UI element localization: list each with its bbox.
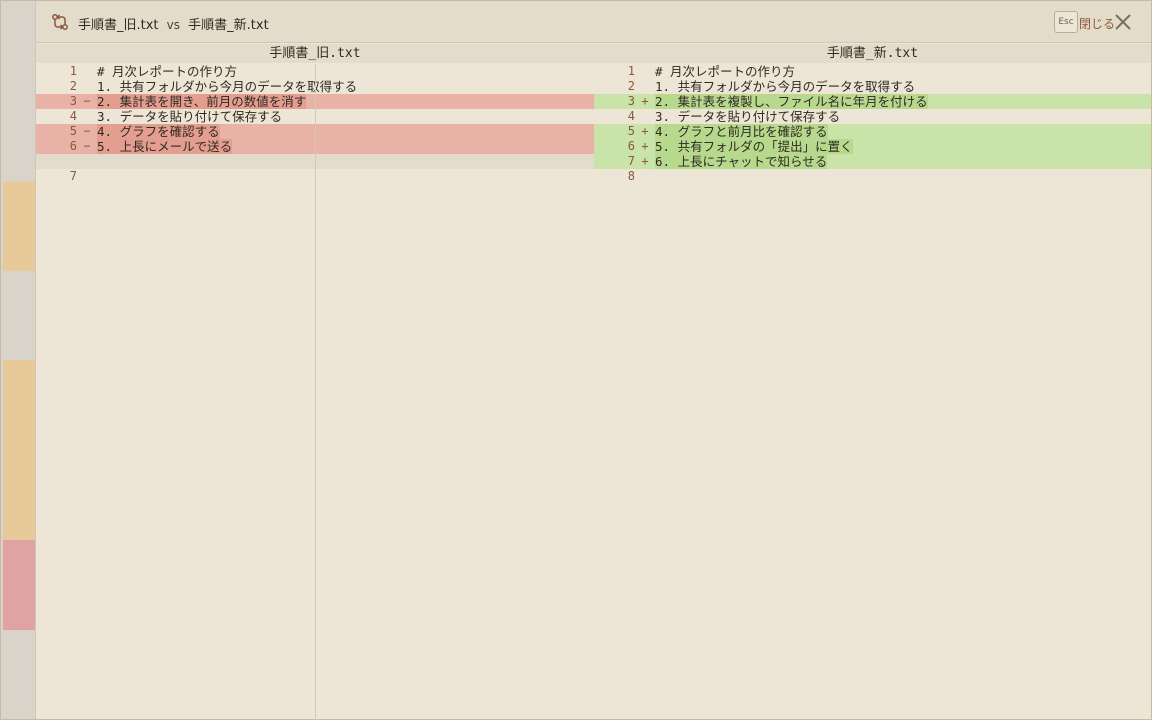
diff-marker: − xyxy=(83,94,91,108)
line-text: # 月次レポートの作り方 xyxy=(655,64,796,79)
split-guide xyxy=(315,64,316,720)
line-text: 1. 共有フォルダから今月のデータを取得する xyxy=(655,79,916,94)
diff-line[interactable]: 6 +5. 共有フォルダの「提出」に置く xyxy=(594,139,1151,154)
title-bar: 手順書_旧.txt vs 手順書_新.txt Esc 閉じる xyxy=(36,1,1151,43)
title-vs: vs xyxy=(166,18,181,32)
line-number: 5 xyxy=(627,124,635,138)
line-text: 1. 共有フォルダから今月のデータを取得する xyxy=(97,79,358,94)
line-number: 6 xyxy=(627,139,635,153)
line-text: 3. データを貼り付けて保存する xyxy=(97,109,283,124)
line-text: 5. 上長にメールで送る xyxy=(97,139,233,154)
line-number: 3 xyxy=(627,94,635,108)
line-number: 2 xyxy=(69,79,77,93)
line-text: 2. 集計表を複製し、ファイル名に年月を付ける xyxy=(655,94,928,109)
diff-marker: + xyxy=(641,139,649,153)
close-icon[interactable] xyxy=(1114,13,1132,31)
overview-ruler[interactable] xyxy=(1,1,36,719)
line-text: 6. 上長にチャットで知らせる xyxy=(655,154,828,169)
line-number: 7 xyxy=(627,154,635,168)
git-compare-icon xyxy=(52,14,68,30)
line-text: 5. 共有フォルダの「提出」に置く xyxy=(655,139,853,154)
right-pane-header: 手順書_新.txt xyxy=(594,44,1151,63)
diff-line[interactable]: 3 +2. 集計表を複製し、ファイル名に年月を付ける xyxy=(594,94,1151,109)
line-number: 1 xyxy=(627,64,635,78)
right-pane[interactable]: 1 # 月次レポートの作り方 2 1. 共有フォルダから今月のデータを取得する 3 +2.… xyxy=(594,64,1151,184)
ruler-mark-modified[interactable] xyxy=(3,181,35,271)
line-number: 8 xyxy=(627,169,635,183)
diff-line[interactable]: 8 xyxy=(594,169,1151,184)
line-number: 2 xyxy=(627,79,635,93)
left-pane-header: 手順書_旧.txt xyxy=(36,44,594,63)
diff-marker: + xyxy=(641,124,649,138)
diff-marker: + xyxy=(641,154,649,168)
line-text: 3. データを貼り付けて保存する xyxy=(655,109,841,124)
line-number: 7 xyxy=(69,169,77,183)
line-number: 4 xyxy=(69,109,77,123)
diff-line[interactable]: 2 1. 共有フォルダから今月のデータを取得する xyxy=(594,79,1151,94)
title-right-file: 手順書_新.txt xyxy=(188,18,269,33)
ruler-mark-modified[interactable] xyxy=(3,360,35,540)
line-number: 4 xyxy=(627,109,635,123)
diff-line[interactable]: 7 +6. 上長にチャットで知らせる xyxy=(594,154,1151,169)
window-title: 手順書_旧.txt vs 手順書_新.txt xyxy=(78,14,269,33)
line-text: 2. 集計表を開き、前月の数値を消す xyxy=(97,94,307,109)
line-text: # 月次レポートの作り方 xyxy=(97,64,238,79)
diff-line[interactable]: 1 # 月次レポートの作り方 xyxy=(594,64,1151,79)
diff-marker: − xyxy=(83,139,91,153)
line-text: 4. グラフと前月比を確認する xyxy=(655,124,828,139)
diff-marker: + xyxy=(641,94,649,108)
line-text: 4. グラフを確認する xyxy=(97,124,220,139)
line-number: 3 xyxy=(69,94,77,108)
close-label[interactable]: 閉じる xyxy=(1079,15,1115,32)
diff-line[interactable]: 5 +4. グラフと前月比を確認する xyxy=(594,124,1151,139)
diff-line[interactable]: 4 3. データを貼り付けて保存する xyxy=(594,109,1151,124)
line-number: 6 xyxy=(69,139,77,153)
title-left-file: 手順書_旧.txt xyxy=(78,18,159,33)
line-number: 1 xyxy=(69,64,77,78)
line-number: 5 xyxy=(69,124,77,138)
diff-marker: − xyxy=(83,124,91,138)
ruler-mark-removed[interactable] xyxy=(3,540,35,630)
esc-key-hint: Esc xyxy=(1054,11,1078,33)
